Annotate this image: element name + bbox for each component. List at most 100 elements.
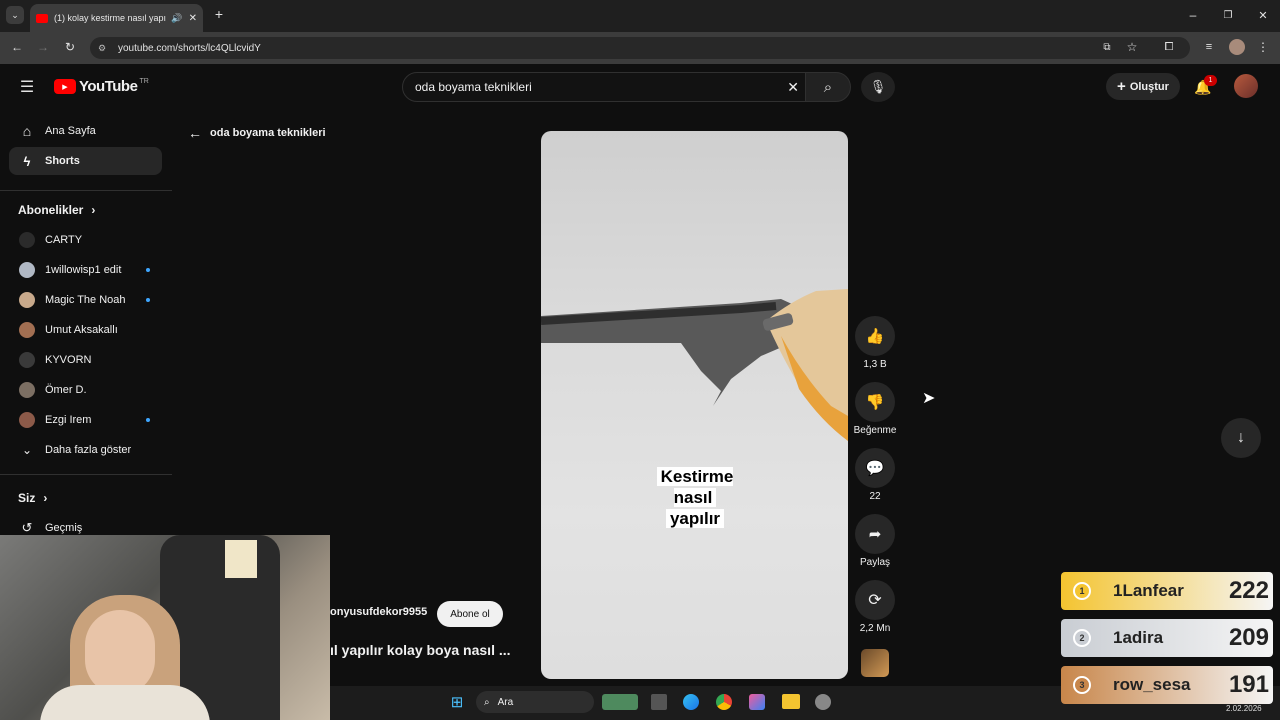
taskbar-search-label: Ara	[497, 696, 514, 708]
search-button[interactable]: ⌕	[805, 72, 851, 102]
chrome-menu-icon[interactable]: ⋮	[1257, 40, 1269, 54]
like-button[interactable]: 👍	[855, 316, 895, 356]
channel-avatar	[19, 382, 35, 398]
channel-avatar-wrapper	[9, 292, 45, 308]
channel-avatar	[19, 292, 35, 308]
copilot-icon[interactable]	[749, 694, 765, 710]
task-view-icon[interactable]	[651, 694, 667, 710]
sidebar-item-label: Ana Sayfa	[45, 125, 96, 137]
back-icon[interactable]: ←	[10, 40, 24, 54]
next-short-button[interactable]: ↓	[1221, 418, 1261, 458]
dislike-label: Beğenme	[853, 425, 897, 436]
channel-avatar-wrapper	[9, 262, 45, 278]
tab-list-icon[interactable]: ⌄	[6, 6, 24, 24]
back-to-search[interactable]: ← oda boyama teknikleri	[188, 125, 326, 141]
leaderboard-score: 191	[1228, 671, 1269, 698]
channel-avatar	[19, 322, 35, 338]
warning-sign	[225, 540, 257, 578]
clear-search-icon[interactable]: ✕	[787, 79, 799, 96]
minimize-icon[interactable]: –	[1186, 8, 1200, 22]
channel-name: KYVORN	[45, 354, 92, 366]
search-icon: ⌕	[823, 78, 833, 96]
speaker-icon[interactable]: 🔊	[171, 13, 182, 24]
leaderboard-name: row_sesa	[1113, 675, 1191, 694]
play-logo-icon: ▶	[54, 79, 76, 94]
youtube-logo[interactable]: ▶ YouTube TR	[54, 78, 149, 95]
windows-start-icon[interactable]: ⊞	[448, 693, 466, 711]
extensions-icon[interactable]: ⧠	[1162, 40, 1176, 54]
sidebar-channel-item[interactable]: Ömer D.	[9, 376, 162, 404]
site-info-icon[interactable]: ⚙	[98, 43, 106, 54]
restore-icon[interactable]: ❐	[1221, 8, 1235, 22]
short-video-player[interactable]: Kestirme nasıl yapılır	[541, 131, 848, 679]
medal-icon: 1	[1073, 582, 1091, 600]
sidebar-channel-item[interactable]: 1willowisp1 edit	[9, 256, 162, 284]
channel-name: 1willowisp1 edit	[45, 264, 122, 276]
search-icon: ⌕	[484, 696, 490, 708]
comments-button[interactable]: 💬	[855, 448, 895, 488]
arrow-left-icon: ←	[188, 125, 202, 141]
subscriptions-heading[interactable]: Abonelikler ›	[18, 196, 171, 224]
remix-count: 2,2 Mn	[859, 623, 891, 634]
region-code: TR	[139, 78, 149, 85]
dislike-button[interactable]: 👎	[855, 382, 895, 422]
channel-avatar-wrapper	[9, 382, 45, 398]
channel-name: Umut Aksakallı	[45, 324, 118, 336]
media-icon[interactable]: ≡	[1202, 40, 1216, 54]
window-close-icon[interactable]: ✕	[1256, 8, 1270, 22]
tab-close-icon[interactable]: ✕	[189, 13, 197, 24]
chevron-down-icon: ⌄	[21, 443, 33, 457]
edge-browser-icon[interactable]	[683, 694, 699, 710]
sidebar-channel-item[interactable]: Magic The Noah	[9, 286, 162, 314]
short-title[interactable]: ıl yapılır kolay boya nasıl ...	[330, 642, 511, 658]
reload-icon[interactable]: ↻	[63, 40, 77, 54]
comment-count: 22	[869, 491, 881, 502]
file-explorer-icon[interactable]	[782, 694, 800, 709]
audio-thumbnail[interactable]	[861, 649, 889, 677]
sidebar-channel-item[interactable]: Umut Aksakallı	[9, 316, 162, 344]
sidebar-channel-item[interactable]: CARTY	[9, 226, 162, 254]
voice-search-button[interactable]: 🎙	[861, 72, 895, 102]
webcam-overlay	[0, 535, 330, 720]
taskbar-search[interactable]: ⌕ Ara	[476, 691, 594, 713]
mouse-cursor-icon: ➤	[922, 390, 936, 407]
install-icon[interactable]: ⧉	[1100, 40, 1114, 54]
chrome-browser-icon[interactable]	[716, 694, 732, 710]
profile-avatar[interactable]	[1229, 39, 1245, 55]
remix-button[interactable]: ⟳	[855, 580, 895, 620]
subscriptions-label: Abonelikler	[18, 203, 84, 217]
sidebar-item-home[interactable]: ⌂ Ana Sayfa	[9, 117, 162, 145]
leaderboard-score: 209	[1228, 624, 1269, 651]
account-avatar[interactable]	[1234, 74, 1258, 98]
like-count: 1,3 B	[863, 359, 887, 370]
channel-avatar-wrapper	[9, 352, 45, 368]
forward-icon[interactable]: →	[36, 40, 50, 54]
subscribe-button[interactable]: Abone ol	[437, 601, 503, 627]
leaderboard-row: 3 row_sesa 191	[1061, 666, 1273, 704]
bookmark-star-icon[interactable]: ☆	[1125, 40, 1139, 54]
create-button[interactable]: + Oluştur	[1106, 73, 1180, 100]
streamer-face	[85, 610, 155, 695]
address-bar[interactable]: ⚙ youtube.com/shorts/lc4QLlcvidY	[90, 37, 1190, 59]
hamburger-menu-icon[interactable]: ☰	[18, 78, 36, 96]
remix-icon: ⟳	[868, 592, 882, 609]
app-icon[interactable]	[815, 694, 831, 710]
channel-avatar-wrapper	[9, 412, 45, 428]
caption-line: Kestirme nasıl	[656, 467, 734, 507]
streamer-shirt	[40, 685, 210, 720]
new-tab-icon[interactable]: +	[212, 6, 226, 22]
share-button[interactable]: ➦	[855, 514, 895, 554]
show-more-button[interactable]: ⌄ Daha fazla göster	[9, 436, 162, 464]
widget-icon[interactable]	[602, 694, 638, 710]
search-input[interactable]: oda boyama teknikleri ✕	[402, 72, 810, 102]
channel-avatar-wrapper	[9, 232, 45, 248]
browser-tab[interactable]: (1) kolay kestirme nasıl yapı 🔊 ✕	[30, 4, 203, 32]
leaderboard-row: 2 1adira 209	[1061, 619, 1273, 657]
channel-name[interactable]: onyusufdekor9955	[330, 606, 427, 618]
sidebar-channel-item[interactable]: KYVORN	[9, 346, 162, 374]
divider	[0, 190, 172, 191]
sidebar-channel-item[interactable]: Ezgi Irem	[9, 406, 162, 434]
sidebar-item-shorts[interactable]: ϟ Shorts	[9, 147, 162, 175]
share-label: Paylaş	[859, 557, 890, 568]
you-heading[interactable]: Siz ›	[18, 484, 171, 512]
